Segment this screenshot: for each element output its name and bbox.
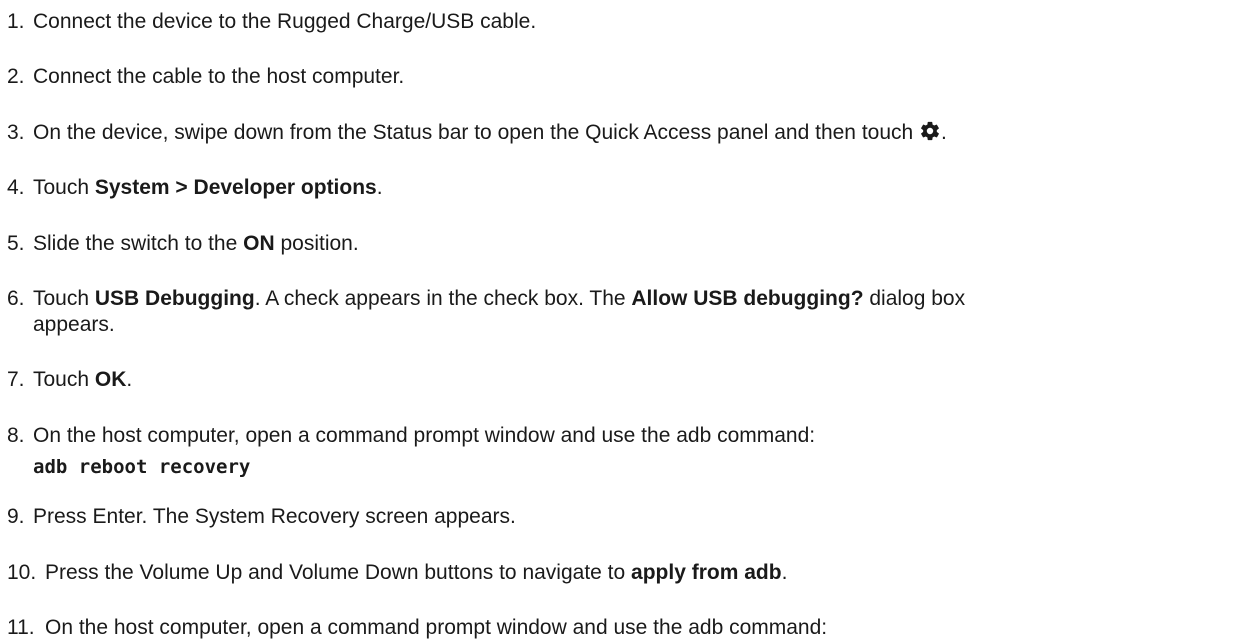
step-number: 1. <box>7 10 25 33</box>
step-number: 10. <box>7 561 37 584</box>
settings-gear-icon <box>921 121 939 141</box>
step-text-part: Press the Volume Up and Volume Down butt… <box>45 561 632 584</box>
step-text-part: . <box>941 121 947 144</box>
menu-name: Developer options <box>193 176 377 199</box>
separator: > <box>169 176 194 199</box>
step-text: Touch USB Debugging. A check appears in … <box>33 286 1243 311</box>
step-text-part: dialog box <box>863 287 966 310</box>
step-text-part: . <box>126 368 133 391</box>
step-text-part: . A check appears in the check box. The <box>254 287 632 310</box>
step-text: Connect the cable to the host computer. <box>33 65 405 88</box>
step-number: 7. <box>7 368 25 391</box>
step-text: On the host computer, open a command pro… <box>33 424 816 447</box>
step-text: Touch OK. <box>33 367 1243 392</box>
menu-name: System <box>94 176 170 199</box>
step-text-part: . <box>376 176 383 199</box>
step-text-part: . <box>781 561 788 584</box>
step-number: 9. <box>7 505 25 528</box>
button-name: OK <box>94 368 127 391</box>
step-number: 2. <box>7 65 25 88</box>
step-number: 5. <box>7 232 25 255</box>
switch-state: ON <box>243 232 275 255</box>
step-text-part: position. <box>274 232 359 255</box>
step-text-continuation: appears. <box>33 313 115 336</box>
option-name: USB Debugging <box>94 287 255 310</box>
dialog-name: Allow USB debugging? <box>631 287 864 310</box>
step-text: Press Enter. The System Recovery screen … <box>33 505 516 528</box>
step-text-part: Touch <box>33 176 95 199</box>
step-number: 6. <box>7 287 25 310</box>
step-text-part: On the device, swipe down from the Statu… <box>33 121 920 144</box>
menu-option: apply from adb <box>631 561 782 584</box>
step-text: Touch System > Developer options. <box>33 175 1243 200</box>
step-text: On the device, swipe down from the Statu… <box>33 120 1243 145</box>
step-number: 4. <box>7 176 25 199</box>
step-text: On the host computer, open a command pro… <box>45 616 828 639</box>
step-number: 8. <box>7 424 25 447</box>
step-text: Press the Volume Up and Volume Down butt… <box>45 560 1249 585</box>
step-text: Slide the switch to the ON position. <box>33 231 1243 256</box>
step-text-part: Slide the switch to the <box>33 232 244 255</box>
adb-command: adb reboot recovery <box>33 456 251 478</box>
step-number: 3. <box>7 121 25 144</box>
step-text-part: Touch <box>33 287 95 310</box>
step-number: 11. <box>7 616 35 639</box>
step-text-part: Touch <box>33 368 95 391</box>
step-text: Connect the device to the Rugged Charge/… <box>33 10 537 33</box>
